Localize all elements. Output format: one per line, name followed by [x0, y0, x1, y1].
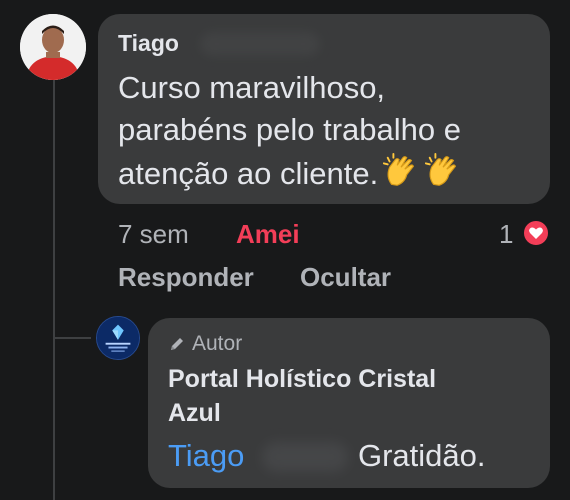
pencil-icon [168, 335, 186, 353]
thread-connector-line [53, 80, 55, 500]
page-avatar[interactable] [96, 316, 140, 360]
reaction-count[interactable]: 1 [499, 219, 513, 250]
comment-text: atenção ao cliente. [118, 156, 379, 191]
comment-text-line: parabéns pelo trabalho e [118, 112, 461, 147]
mention-link[interactable]: Tiago [168, 438, 244, 474]
clapping-hands-icon [382, 152, 420, 190]
comment-thread: Tiago Curso maravilhoso, parabéns pelo t… [0, 0, 570, 500]
reply-author-name[interactable]: Portal Holístico Cristal [168, 362, 436, 396]
reply-button[interactable]: Responder [118, 262, 254, 293]
commenter-avatar[interactable] [20, 14, 86, 80]
comment-author-name[interactable]: Tiago [118, 30, 179, 57]
comment-text-line-last: atenção ao cliente. [118, 152, 462, 194]
comment-timestamp[interactable]: 7 sem [118, 219, 189, 250]
author-badge-label: Autor [192, 332, 243, 355]
love-reaction-icon[interactable] [522, 219, 550, 247]
reply-text: Gratidão. [358, 438, 486, 473]
hide-button[interactable]: Ocultar [300, 262, 391, 293]
author-badge: Autor [168, 332, 242, 356]
comment-text-line: Curso maravilhoso, [118, 70, 386, 105]
clapping-hands-icon [424, 152, 462, 190]
redacted-mention [262, 442, 348, 472]
reaction-love-button[interactable]: Amei [236, 219, 300, 250]
reply-author-name-cont[interactable]: Azul [168, 396, 221, 430]
reply-connector-line [53, 337, 91, 339]
redacted-surname [200, 32, 320, 56]
